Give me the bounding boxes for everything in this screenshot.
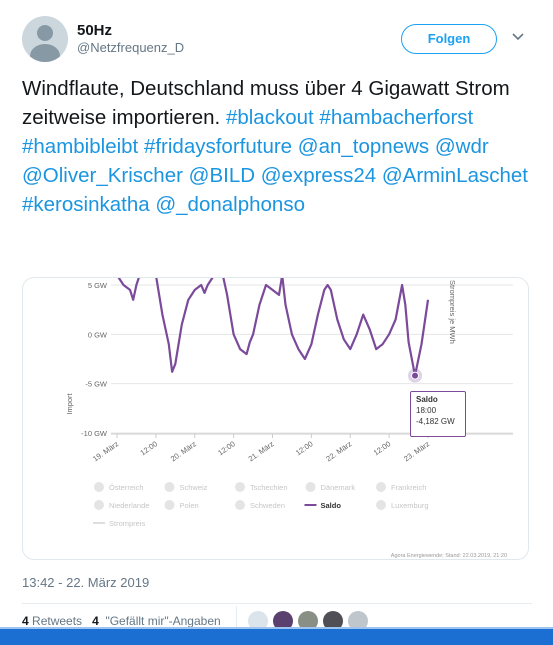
x-tick-label: 12:00: [294, 439, 315, 457]
stats-divider: [236, 606, 237, 628]
x-tick-label: 21. März: [247, 439, 276, 463]
tweet-stats[interactable]: 4 Retweets 4 "Gefällt mir"-Angaben: [22, 614, 221, 628]
avatar-head: [37, 25, 53, 41]
y-tick-label: -10 GW: [81, 429, 108, 438]
x-tick-label: 12:00: [216, 439, 237, 457]
legend-label: Strompreis: [109, 519, 146, 528]
legend-label: Niederlande: [109, 501, 149, 510]
avatar-body: [30, 44, 60, 62]
tweet-link[interactable]: #hambibleibt: [22, 135, 138, 158]
follow-button[interactable]: Folgen: [401, 24, 497, 54]
retweets-label: Retweets: [32, 614, 83, 628]
chart-xticks: 19. März 12:00 20. März 12:00 21. März 12:00 2…: [91, 439, 431, 463]
tweet-link[interactable]: @wdr: [435, 135, 489, 158]
legend-item[interactable]: Luxemburg: [376, 500, 429, 510]
x-tick-label: 20. März: [169, 439, 198, 463]
legend-label: Tschechien: [250, 483, 288, 492]
tweet-link[interactable]: @ArminLaschet: [382, 164, 528, 187]
y-tick-label: 5 GW: [88, 281, 108, 290]
chart-tooltip: Saldo 18:00 -4,182 GW: [410, 391, 466, 437]
tweet-link[interactable]: @Oliver_Krischer: [22, 164, 183, 187]
tweet-text: Windflaute, Deutschland muss über 4 Giga…: [22, 74, 532, 219]
tooltip-series: Saldo: [416, 395, 438, 404]
chevron-down-icon[interactable]: [512, 32, 524, 42]
x-tick-label: 12:00: [138, 439, 159, 457]
avatar[interactable]: [22, 16, 68, 62]
tooltip-value: -4,182 GW: [416, 417, 455, 426]
y-axis-label: Import: [65, 392, 74, 414]
legend-label: Österreich: [109, 483, 144, 492]
tweet-timestamp[interactable]: 13:42 - 22. März 2019: [22, 575, 149, 590]
legend-item[interactable]: Schweiz: [164, 482, 208, 492]
legend-label: Luxemburg: [391, 501, 429, 510]
marker-dot: [411, 371, 420, 380]
divider: [22, 603, 532, 604]
x-tick-label: 19. März: [91, 439, 120, 463]
legend-label: Polen: [180, 501, 199, 510]
legend-label: Dänemark: [321, 483, 356, 492]
legend-swatch: [235, 482, 245, 492]
legend-swatch: [376, 500, 386, 510]
legend-swatch: [164, 482, 175, 492]
legend-label: Saldo: [321, 501, 342, 510]
chart-legend: Österreich Schweiz Tschechien Dänemark Frank…: [93, 482, 429, 528]
legend-item[interactable]: Polen: [164, 500, 199, 510]
legend-item[interactable]: Tschechien: [235, 482, 288, 492]
x-tick-label: 22. März: [324, 439, 353, 463]
chart-yticks: 5 GW 0 GW -5 GW -10 GW: [81, 281, 108, 438]
legend-item[interactable]: Saldo: [304, 501, 342, 510]
x-tick-label: 23. März: [402, 439, 431, 463]
tweet-link[interactable]: @an_topnews: [298, 135, 429, 158]
legend-item[interactable]: Dänemark: [305, 482, 356, 492]
user-handle[interactable]: @Netzfrequenz_D: [77, 40, 184, 55]
tweet-link[interactable]: @BILD: [189, 164, 255, 187]
tooltip-time: 18:00: [416, 406, 437, 415]
legend-label: Schweden: [250, 501, 285, 510]
chart-credit: Agora Energiewende; Stand: 22.03.2019, 2…: [391, 553, 507, 559]
x-tick-label: 12:00: [372, 439, 393, 457]
likes-count: 4: [92, 614, 99, 628]
chart-card[interactable]: 5 GW 0 GW -5 GW -10 GW 19. März 12:00 20. Mär…: [22, 277, 529, 560]
legend-label: Schweiz: [180, 483, 208, 492]
tweet-link[interactable]: #fridaysforfuture: [144, 135, 292, 158]
tweet-link[interactable]: @_donalphonso: [155, 193, 305, 216]
y-tick-label: 0 GW: [88, 330, 108, 339]
legend-swatch: [94, 482, 104, 492]
taskbar: [0, 627, 553, 645]
legend-swatch: [376, 482, 386, 492]
legend-swatch: [305, 482, 316, 492]
legend-swatch: [164, 500, 175, 510]
legend-label: Frankreich: [391, 483, 426, 492]
legend-item[interactable]: Strompreis: [93, 519, 146, 528]
tweet-link[interactable]: #hambacherforst: [319, 106, 473, 129]
saldo-line: [117, 278, 430, 377]
legend-item[interactable]: Niederlande: [94, 500, 149, 510]
tweet-link[interactable]: #kerosinkatha: [22, 193, 150, 216]
legend-item[interactable]: Schweden: [235, 500, 285, 510]
legend-item[interactable]: Österreich: [94, 482, 144, 492]
tweet-link[interactable]: @express24: [261, 164, 376, 187]
y-tick-label: -5 GW: [85, 380, 108, 389]
legend-item[interactable]: Frankreich: [376, 482, 426, 492]
y2-axis-label: Strompreis je MWh: [448, 280, 457, 344]
user-name[interactable]: 50Hz: [77, 22, 112, 39]
likes-label: "Gefällt mir"-Angaben: [105, 614, 221, 628]
tooltip-marker: [408, 368, 423, 383]
taskbar-stripe: [0, 627, 553, 629]
legend-swatch: [94, 500, 104, 510]
retweets-count: 4: [22, 614, 29, 628]
legend-swatch: [235, 500, 245, 510]
tweet-link[interactable]: #blackout: [226, 106, 314, 129]
